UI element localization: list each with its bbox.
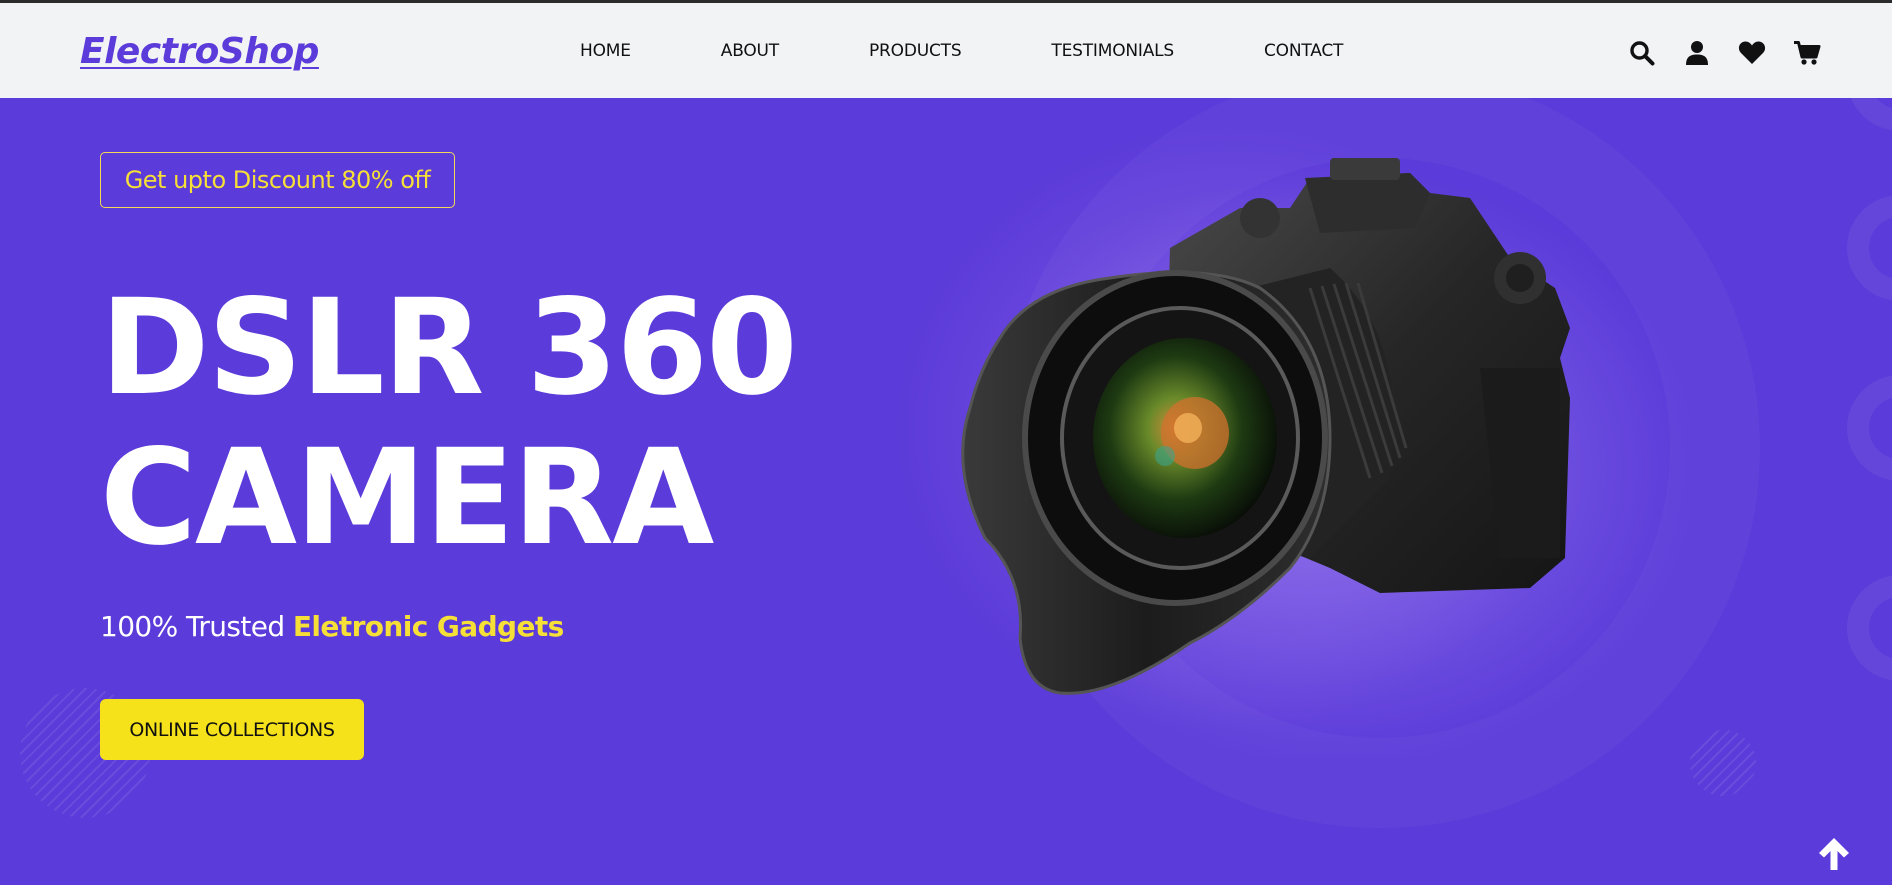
headline-line-1: DSLR 360 — [100, 271, 798, 425]
nav-products[interactable]: PRODUCTS — [869, 41, 962, 61]
nav-home[interactable]: HOME — [580, 41, 631, 61]
discount-badge[interactable]: Get upto Discount 80% off — [100, 152, 455, 208]
arrow-up-icon — [1819, 838, 1849, 870]
heart-icon[interactable] — [1738, 39, 1766, 67]
decorative-stripes — [1690, 730, 1756, 796]
hero-headline: DSLR 360 CAMERA — [100, 271, 798, 575]
hero-tagline: 100% Trusted Eletronic Gadgets — [100, 610, 564, 643]
nav-contact[interactable]: CONTACT — [1264, 41, 1343, 61]
header-actions — [1628, 39, 1821, 67]
main-nav: HOME ABOUT PRODUCTS TESTIMONIALS CONTACT — [580, 41, 1343, 61]
site-header: ElectroShop HOME ABOUT PRODUCTS TESTIMON… — [0, 3, 1892, 98]
hero-banner: Get upto Discount 80% off DSLR 360 CAMER… — [0, 98, 1892, 885]
cart-icon[interactable] — [1793, 39, 1821, 67]
tagline-highlight: Eletronic Gadgets — [292, 610, 564, 643]
user-icon[interactable] — [1683, 39, 1711, 67]
dslr-camera-image — [961, 158, 1690, 758]
side-decoration — [1847, 98, 1892, 681]
tagline-text: 100% Trusted — [100, 610, 293, 643]
scroll-to-top-button[interactable] — [1797, 817, 1871, 885]
online-collections-button[interactable]: ONLINE COLLECTIONS — [100, 699, 364, 760]
headline-line-2: CAMERA — [100, 421, 714, 575]
nav-testimonials[interactable]: TESTIMONIALS — [1051, 41, 1174, 61]
search-icon[interactable] — [1628, 39, 1656, 67]
nav-about[interactable]: ABOUT — [721, 41, 779, 61]
site-logo[interactable]: ElectroShop — [80, 31, 319, 72]
